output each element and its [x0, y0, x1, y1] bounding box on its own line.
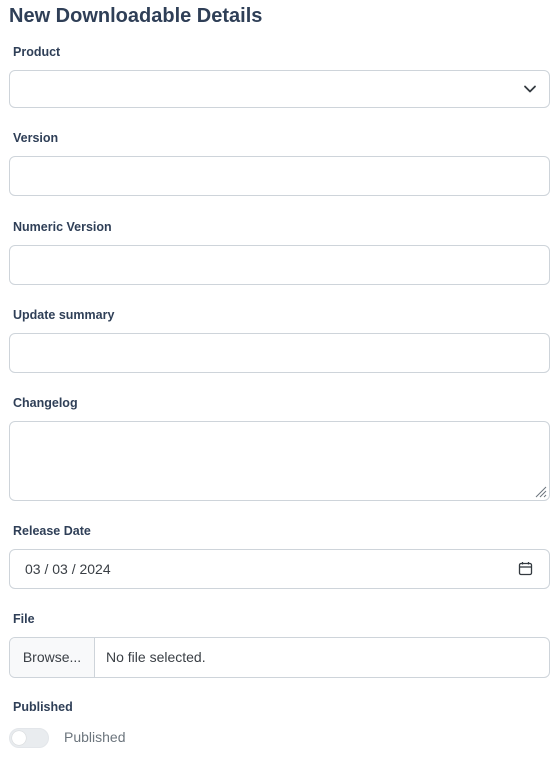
resize-handle-icon[interactable]: [534, 485, 547, 498]
toggle-knob: [12, 731, 26, 745]
update-summary-label: Update summary: [13, 308, 115, 322]
numeric-version-label: Numeric Version: [13, 220, 112, 234]
numeric-version-input[interactable]: [9, 245, 550, 285]
published-label: Published: [13, 700, 73, 714]
version-label: Version: [13, 131, 59, 145]
changelog-label: Changelog: [13, 396, 78, 410]
file-status-text: No file selected.: [106, 649, 206, 665]
release-date-value: 03 / 03 / 2024: [25, 561, 111, 577]
chevron-down-icon: [524, 85, 536, 93]
release-date-input[interactable]: 03 / 03 / 2024: [9, 549, 550, 589]
product-label: Product: [13, 45, 61, 59]
browse-button[interactable]: Browse...: [10, 638, 95, 677]
release-date-label: Release Date: [13, 524, 91, 538]
published-toggle-label[interactable]: Published: [64, 729, 126, 745]
changelog-textarea[interactable]: [9, 421, 550, 501]
version-input[interactable]: [9, 156, 550, 196]
file-label: File: [13, 612, 35, 626]
file-input[interactable]: Browse... No file selected.: [9, 637, 550, 678]
calendar-icon[interactable]: [518, 561, 533, 576]
page-title: New Downloadable Details: [9, 5, 263, 27]
product-select[interactable]: [9, 70, 550, 108]
update-summary-input[interactable]: [9, 333, 550, 373]
published-toggle[interactable]: [9, 728, 49, 748]
